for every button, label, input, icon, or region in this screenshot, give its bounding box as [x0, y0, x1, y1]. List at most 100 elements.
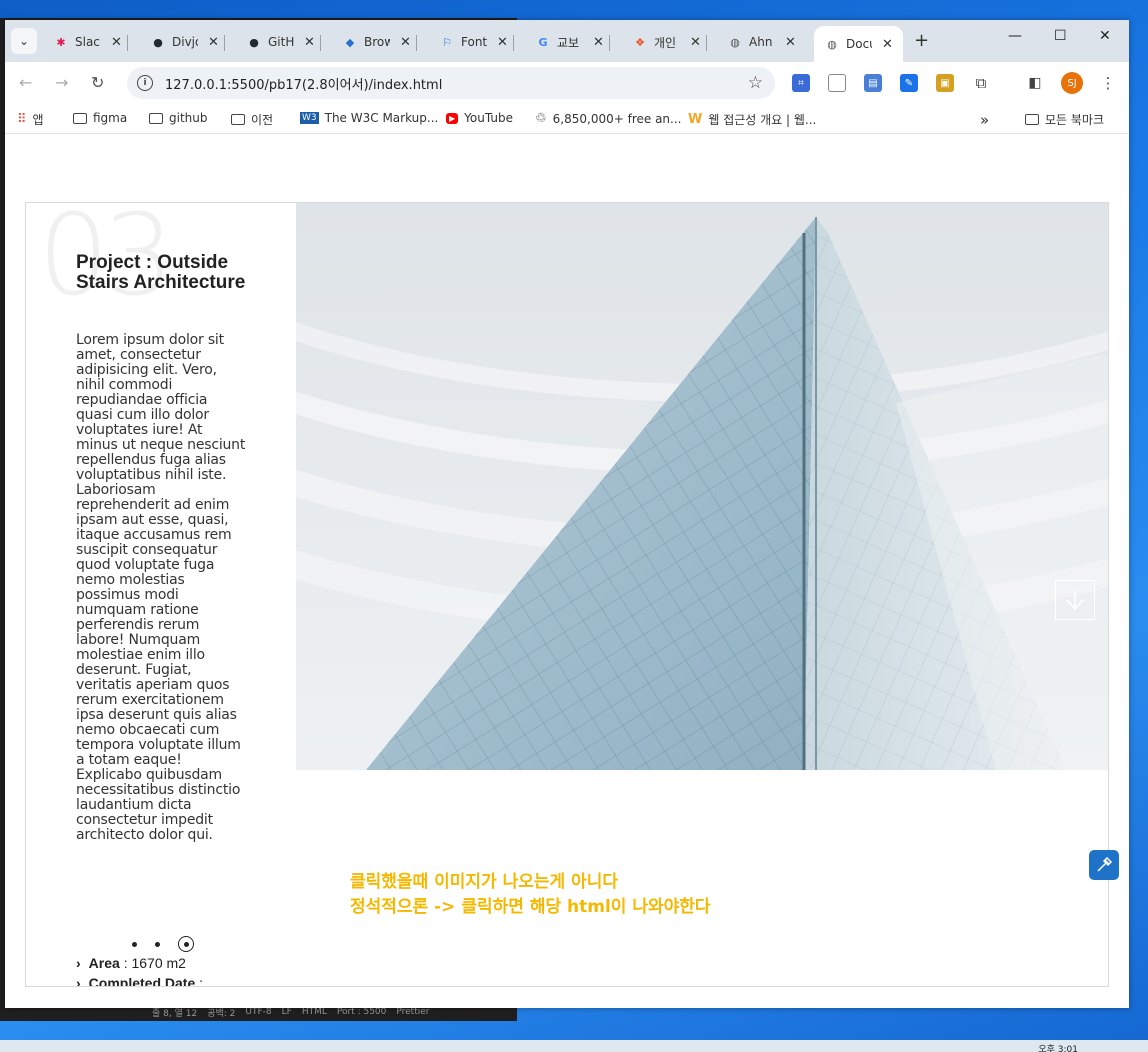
google-icon: G	[538, 35, 548, 49]
bookmark-label: github	[169, 111, 208, 125]
color-picker-ext-icon[interactable]: ✎	[900, 74, 918, 92]
slide-pagination	[132, 936, 194, 952]
side-panel-icon[interactable]: ◧	[1026, 74, 1044, 92]
area-label: Area	[88, 955, 120, 971]
new-tab-button[interactable]: +	[914, 30, 929, 51]
device-icon[interactable]	[828, 74, 846, 92]
maximize-button[interactable]: ☐	[1054, 28, 1067, 44]
minimize-button[interactable]: —	[1008, 28, 1022, 44]
bookmark-web-accessibility[interactable]: W 웹 접근성 개요 | 웹...	[688, 111, 816, 128]
chevron-right-icon: ›	[76, 975, 81, 987]
bookmark-label: The W3C Markup...	[324, 111, 439, 125]
project-title: Project : Outside Stairs Architecture	[76, 252, 246, 293]
puzzle-icon[interactable]: ⧉	[972, 74, 990, 92]
avatar[interactable]: SJ	[1061, 72, 1083, 94]
tab-kyobo[interactable]: G 교보 ✕	[535, 27, 610, 57]
close-icon[interactable]: ✕	[400, 35, 411, 50]
tab-label: Font	[461, 35, 487, 49]
project-area: › Area : 1670 m2	[76, 955, 186, 971]
tab-docu-active[interactable]: ◍ Docu ✕	[814, 26, 903, 62]
folder-icon	[149, 112, 163, 124]
close-icon[interactable]: ✕	[111, 35, 122, 50]
close-icon[interactable]: ✕	[785, 35, 796, 50]
bookmark-label: 6,850,000+ free an...	[552, 111, 682, 126]
tab-label: 개인	[654, 35, 677, 50]
taskbar-clock[interactable]: 오후 3:01	[1038, 1042, 1078, 1052]
status-encoding[interactable]: UTF-8	[245, 1007, 271, 1017]
annotation-line-1: 클릭했을때 이미지가 나오는게 아니다	[350, 872, 618, 892]
bookmark-figma[interactable]: figma	[73, 111, 127, 125]
url-text[interactable]: 127.0.0.1:5500/pb17(2.8이어서)/index.html	[165, 74, 442, 93]
all-bookmarks[interactable]: 모든 북마크	[1025, 111, 1104, 128]
extension-icon[interactable]: ▤	[864, 74, 882, 92]
folder-icon	[73, 112, 87, 124]
folder-icon	[231, 114, 245, 125]
eyedropper-icon	[1097, 856, 1113, 872]
tab-label: 교보	[557, 35, 580, 50]
github-icon: ●	[153, 35, 163, 49]
status-live-server[interactable]: Port : 5500	[337, 1007, 387, 1017]
globe-icon: ◍	[730, 35, 740, 49]
apps-grid-icon: ⠿	[17, 112, 27, 127]
more-bookmarks-button[interactable]: »	[980, 111, 989, 129]
project-completed-date: › Completed Date :	[76, 975, 203, 987]
status-prettier[interactable]: Prettier	[396, 1007, 429, 1017]
extension-icon[interactable]: ▣	[936, 74, 954, 92]
browser-window: ⌄ ✱ Slack ✕ ● Divjoy ✕ ● GitHub ✕ ◆ Brow…	[5, 20, 1129, 1008]
bookmark-label: YouTube	[464, 111, 513, 125]
close-icon[interactable]: ✕	[593, 35, 604, 50]
tab-github[interactable]: ● GitHub ✕	[246, 27, 321, 57]
chevron-right-icon: ›	[76, 955, 81, 971]
bookmark-w3c[interactable]: W3 The W3C Markup...	[300, 111, 438, 125]
tab-divjoy[interactable]: ● Divjoy ✕	[150, 27, 225, 57]
pagination-dot-active[interactable]	[178, 936, 194, 952]
reload-button[interactable]: ↻	[91, 73, 104, 92]
pagination-dot[interactable]	[155, 941, 160, 947]
bookmark-free-icons[interactable]: ♲ 6,850,000+ free an...	[535, 111, 681, 126]
forward-button[interactable]: →	[55, 73, 68, 92]
tab-slack[interactable]: ✱ Slack ✕	[53, 27, 128, 57]
tab-label: Divjoy	[172, 35, 198, 49]
folder-icon	[1025, 114, 1039, 125]
close-icon[interactable]: ✕	[882, 37, 893, 52]
bookmark-label: 앱	[32, 113, 44, 127]
bookmark-previous[interactable]: 이전	[231, 111, 273, 128]
window-close-button[interactable]: ✕	[1099, 28, 1111, 44]
annotation-line-2: 정석적으론 -> 클릭하면 해당 html이 나와야한다	[350, 897, 711, 917]
status-language[interactable]: HTML	[302, 1007, 327, 1017]
close-icon[interactable]: ✕	[497, 35, 508, 50]
close-icon[interactable]: ✕	[690, 35, 701, 50]
tab-label: Docu	[846, 37, 872, 51]
tab-font[interactable]: ⚐ Font ✕	[439, 27, 514, 57]
tab-ahn[interactable]: ◍ Ahn ✕	[727, 27, 796, 57]
close-icon[interactable]: ✕	[208, 35, 219, 50]
bookmark-label: figma	[93, 111, 128, 125]
close-icon[interactable]: ✕	[304, 35, 315, 50]
site-info-icon[interactable]: i	[137, 75, 153, 91]
bookmark-label: 이전	[251, 113, 274, 127]
extension-icon[interactable]: ⌗	[792, 74, 810, 92]
tab-label: GitHub	[268, 35, 294, 49]
bookmark-apps[interactable]: ⠿ 앱	[17, 111, 44, 128]
bookmark-youtube[interactable]: ▶ YouTube	[446, 111, 513, 125]
slack-icon: ✱	[56, 35, 66, 49]
recycle-icon: ♲	[535, 111, 547, 126]
tab-search-button[interactable]: ⌄	[11, 28, 37, 54]
back-button[interactable]: ←	[19, 73, 32, 92]
project-description: Lorem ipsum dolor sit amet, consectetur …	[76, 332, 246, 843]
project-hero-image[interactable]	[296, 203, 1108, 770]
area-value: : 1670 m2	[119, 955, 186, 971]
pagination-dot[interactable]	[132, 941, 137, 947]
menu-kebab-icon[interactable]: ⋮	[1099, 74, 1117, 92]
scroll-down-button[interactable]	[1055, 580, 1095, 620]
glass-building-image	[296, 203, 1108, 770]
color-picker-button[interactable]	[1089, 850, 1119, 880]
tab-label: Browse	[364, 35, 390, 49]
address-bar[interactable]: i 127.0.0.1:5500/pb17(2.8이어서)/index.html…	[127, 67, 775, 99]
globe-icon: ◍	[827, 37, 837, 51]
bookmark-star-icon[interactable]: ☆	[748, 73, 763, 93]
tab-browse[interactable]: ◆ Browse ✕	[342, 27, 417, 57]
status-eol[interactable]: LF	[282, 1007, 292, 1017]
bookmark-github[interactable]: github	[149, 111, 207, 125]
tab-personal[interactable]: ❖ 개인 ✕	[632, 27, 707, 57]
